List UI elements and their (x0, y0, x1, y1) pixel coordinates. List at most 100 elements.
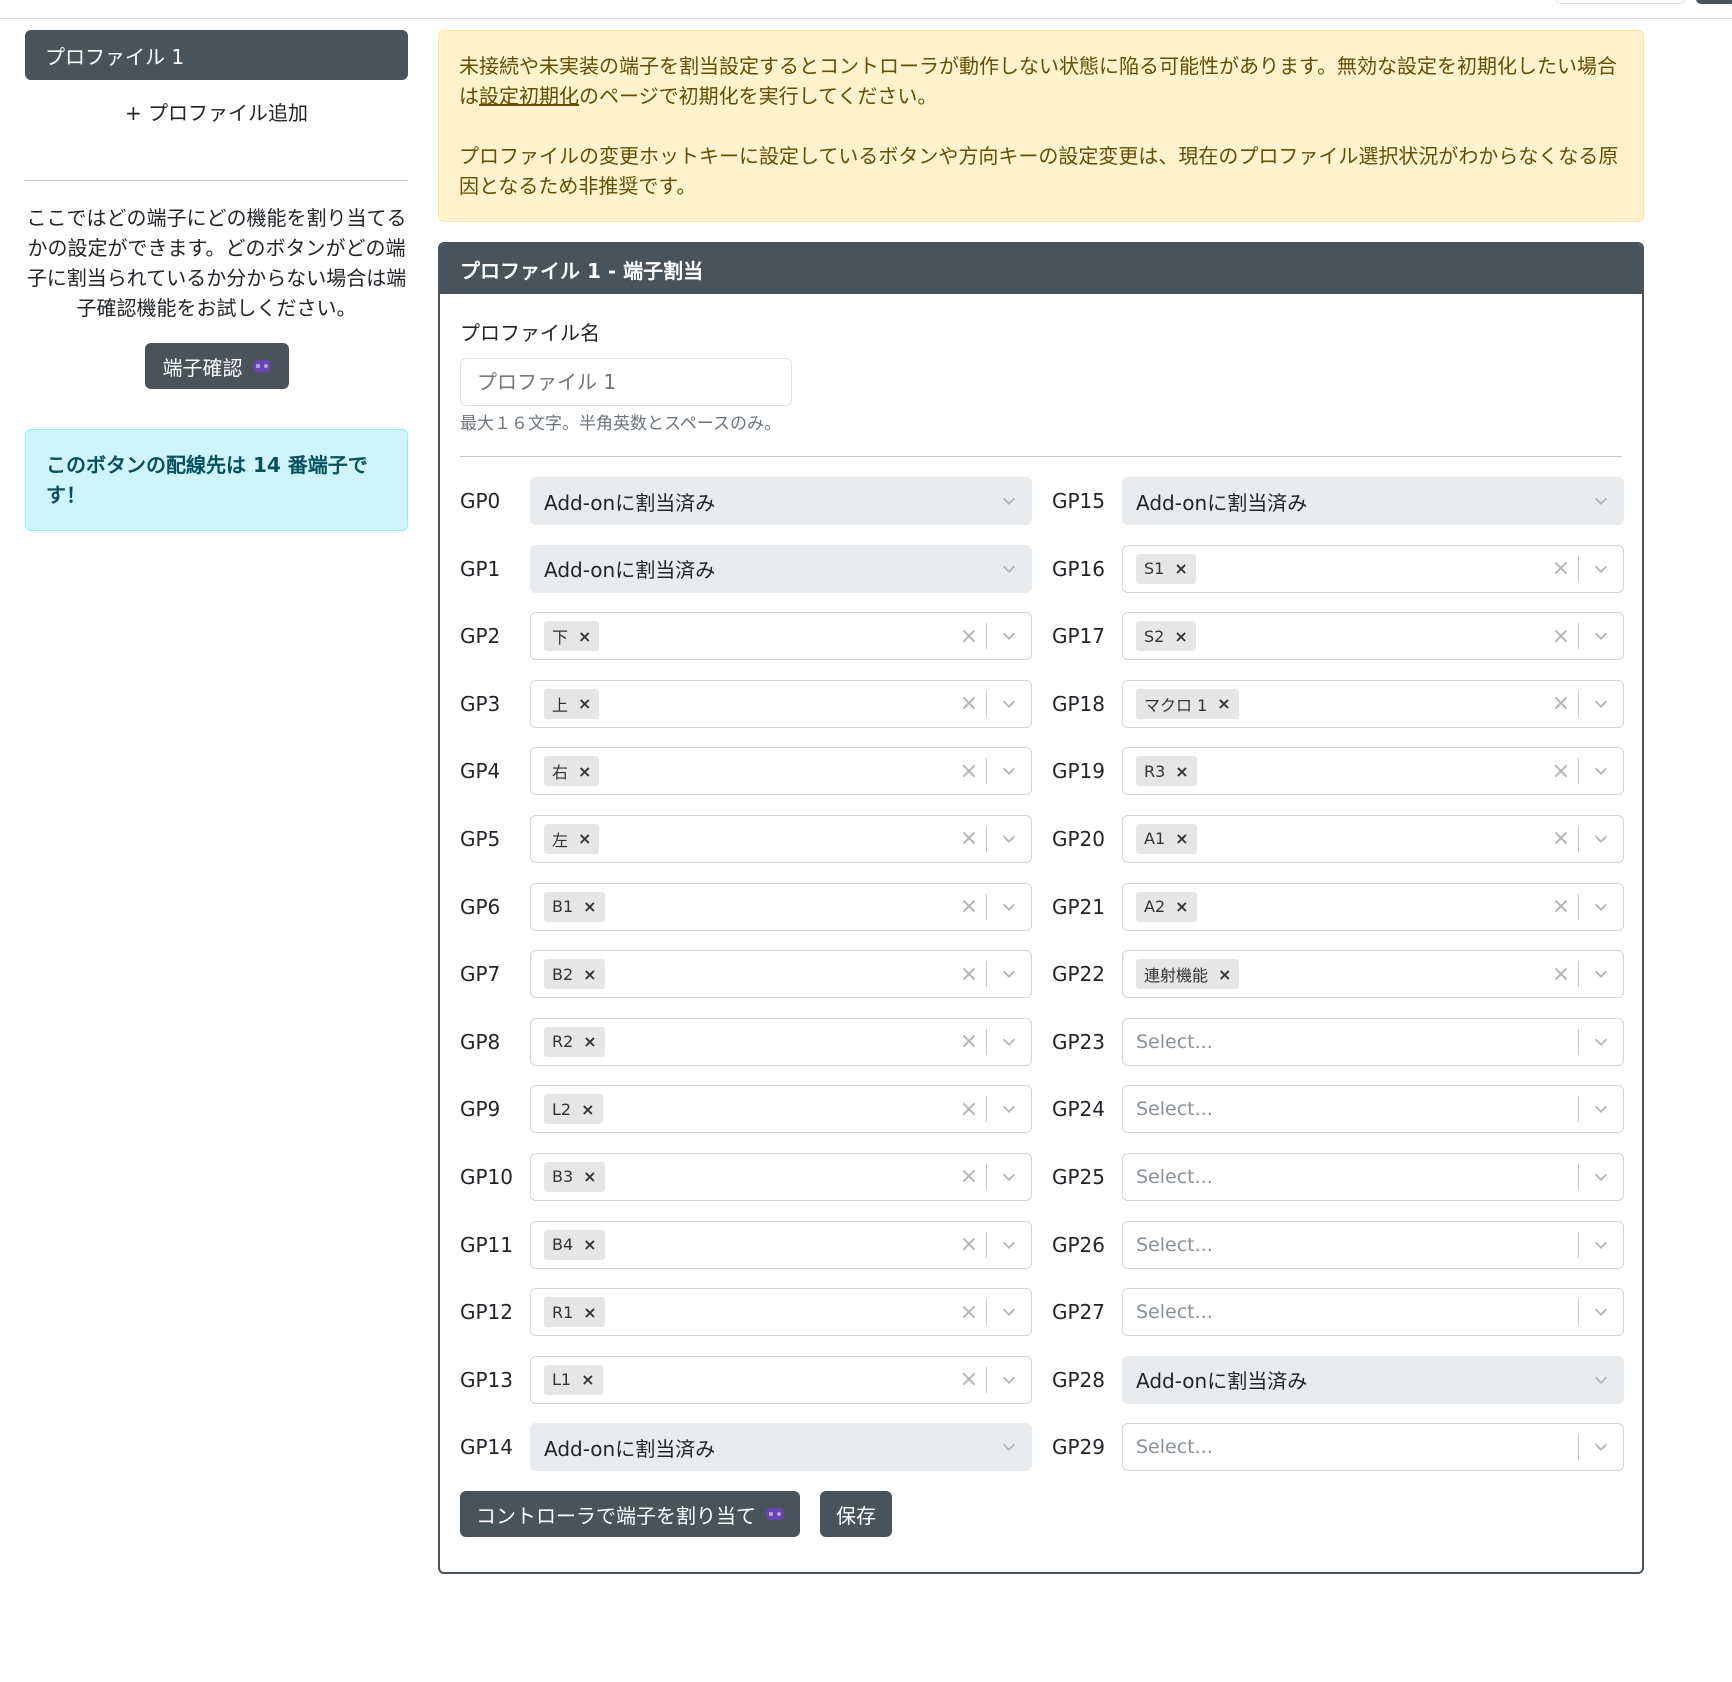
clear-icon[interactable]: × (952, 624, 986, 649)
clear-icon[interactable]: × (952, 691, 986, 716)
reset-settings-link[interactable]: 設定初期化 (479, 84, 579, 108)
pin-function-select[interactable]: L1 × × (530, 1355, 1032, 1404)
chevron-down-icon[interactable] (1579, 898, 1623, 916)
chevron-down-icon[interactable] (1579, 1303, 1623, 1321)
pin-function-select[interactable]: 左 × × (530, 814, 1032, 863)
chevron-down-icon[interactable] (987, 1303, 1031, 1321)
profile-tab-1[interactable]: プロファイル 1 (25, 30, 408, 80)
chevron-down-icon[interactable] (987, 898, 1031, 916)
pin-function-select[interactable]: R2 × × (530, 1017, 1032, 1066)
chevron-down-icon[interactable] (987, 1236, 1031, 1254)
pin-function-select[interactable]: Select... (1122, 1423, 1624, 1472)
tag-remove-icon[interactable]: × (1175, 897, 1188, 916)
chevron-down-icon[interactable] (987, 1371, 1031, 1389)
profile-name-input[interactable] (460, 358, 792, 406)
clear-icon[interactable]: × (1544, 624, 1578, 649)
save-button[interactable]: 保存 (820, 1491, 892, 1538)
tag-remove-icon[interactable]: × (583, 1303, 596, 1322)
pin-function-select[interactable]: S1 × × (1122, 544, 1624, 593)
clear-icon[interactable]: × (952, 1300, 986, 1325)
pin-check-button[interactable]: 端子確認 (144, 343, 289, 389)
pin-function-select[interactable]: B1 × × (530, 882, 1032, 931)
pin-function-select[interactable]: 連射機能 × × (1122, 950, 1624, 999)
clear-icon[interactable]: × (952, 1097, 986, 1122)
chevron-down-icon[interactable] (1579, 1236, 1623, 1254)
pin-function-select[interactable]: B4 × × (530, 1220, 1032, 1269)
pin-function-select[interactable]: S2 × × (1122, 612, 1624, 661)
pin-function-select[interactable]: Select... (1122, 1288, 1624, 1337)
clear-icon[interactable]: × (952, 1367, 986, 1392)
tag-remove-icon[interactable]: × (1175, 829, 1188, 848)
tag-remove-icon[interactable]: × (583, 1167, 596, 1186)
pin-function-select[interactable]: B2 × × (530, 950, 1032, 999)
chevron-down-icon[interactable] (1579, 627, 1623, 645)
pin-function-select[interactable]: A1 × × (1122, 814, 1624, 863)
assign-by-controller-button[interactable]: コントローラで端子を割り当て (460, 1491, 800, 1538)
tag-remove-icon[interactable]: × (578, 694, 591, 713)
clear-icon[interactable]: × (1544, 826, 1578, 851)
tag-remove-icon[interactable]: × (581, 1100, 594, 1119)
clear-icon[interactable]: × (1544, 894, 1578, 919)
clear-icon[interactable]: × (952, 962, 986, 987)
clear-icon[interactable]: × (1544, 759, 1578, 784)
pin-function-select[interactable]: L2 × × (530, 1085, 1032, 1134)
tag-remove-icon[interactable]: × (1174, 627, 1187, 646)
pin-function-select[interactable]: Select... (1122, 1220, 1624, 1269)
chevron-down-icon[interactable] (1579, 1438, 1623, 1456)
navbar-control[interactable] (1556, 0, 1686, 4)
clear-icon[interactable]: × (952, 826, 986, 851)
tag-remove-icon[interactable]: × (578, 627, 591, 646)
clear-icon[interactable]: × (952, 759, 986, 784)
select-value: Add-onに割当済み (1123, 487, 1578, 516)
tag-remove-icon[interactable]: × (581, 1370, 594, 1389)
chevron-down-icon (987, 492, 1031, 510)
chevron-down-icon[interactable] (987, 1100, 1031, 1118)
chevron-down-icon[interactable] (1579, 965, 1623, 983)
pin-function-select[interactable]: 上 × × (530, 679, 1032, 728)
clear-icon[interactable]: × (1544, 556, 1578, 581)
chevron-down-icon[interactable] (987, 762, 1031, 780)
clear-icon[interactable]: × (1544, 962, 1578, 987)
clear-icon[interactable]: × (1544, 691, 1578, 716)
clear-icon[interactable]: × (952, 1164, 986, 1189)
tag-remove-icon[interactable]: × (1174, 559, 1187, 578)
chevron-down-icon[interactable] (987, 627, 1031, 645)
warning-alert: 未接続や未実装の端子を割当設定するとコントローラが動作しない状態に陥る可能性があ… (438, 30, 1644, 222)
pin-function-select[interactable]: 右 × × (530, 747, 1032, 796)
chevron-down-icon[interactable] (1579, 830, 1623, 848)
tag-remove-icon[interactable]: × (583, 965, 596, 984)
tag-remove-icon[interactable]: × (1217, 694, 1230, 713)
chevron-down-icon[interactable] (987, 695, 1031, 713)
clear-icon[interactable]: × (952, 1029, 986, 1054)
tag-remove-icon[interactable]: × (583, 1235, 596, 1254)
chevron-down-icon[interactable] (1579, 762, 1623, 780)
navbar-button[interactable] (1696, 0, 1732, 4)
pin-function-select[interactable]: マクロ 1 × × (1122, 679, 1624, 728)
pin-function-select[interactable]: Select... (1122, 1152, 1624, 1201)
chevron-down-icon[interactable] (987, 965, 1031, 983)
pin-function-select[interactable]: 下 × × (530, 612, 1032, 661)
clear-icon[interactable]: × (952, 1232, 986, 1257)
chevron-down-icon[interactable] (987, 1168, 1031, 1186)
chevron-down-icon[interactable] (1579, 1168, 1623, 1186)
pin-function-select[interactable]: Select... (1122, 1085, 1624, 1134)
pin-function-select[interactable]: R1 × × (530, 1288, 1032, 1337)
pin-function-select[interactable]: B3 × × (530, 1152, 1032, 1201)
pin-function-select[interactable]: R3 × × (1122, 747, 1624, 796)
chevron-down-icon[interactable] (1579, 695, 1623, 713)
tag-remove-icon[interactable]: × (1175, 762, 1188, 781)
chevron-down-icon[interactable] (987, 830, 1031, 848)
chevron-down-icon[interactable] (1579, 1033, 1623, 1051)
clear-icon[interactable]: × (952, 894, 986, 919)
pin-function-select[interactable]: A2 × × (1122, 882, 1624, 931)
chevron-down-icon[interactable] (1579, 560, 1623, 578)
pin-function-select[interactable]: Select... (1122, 1017, 1624, 1066)
chevron-down-icon[interactable] (987, 1033, 1031, 1051)
tag-remove-icon[interactable]: × (1218, 965, 1231, 984)
add-profile-link[interactable]: + プロファイル追加 (25, 98, 408, 128)
tag-remove-icon[interactable]: × (583, 1032, 596, 1051)
chevron-down-icon[interactable] (1579, 1100, 1623, 1118)
tag-remove-icon[interactable]: × (583, 897, 596, 916)
tag-remove-icon[interactable]: × (578, 762, 591, 781)
tag-remove-icon[interactable]: × (578, 829, 591, 848)
